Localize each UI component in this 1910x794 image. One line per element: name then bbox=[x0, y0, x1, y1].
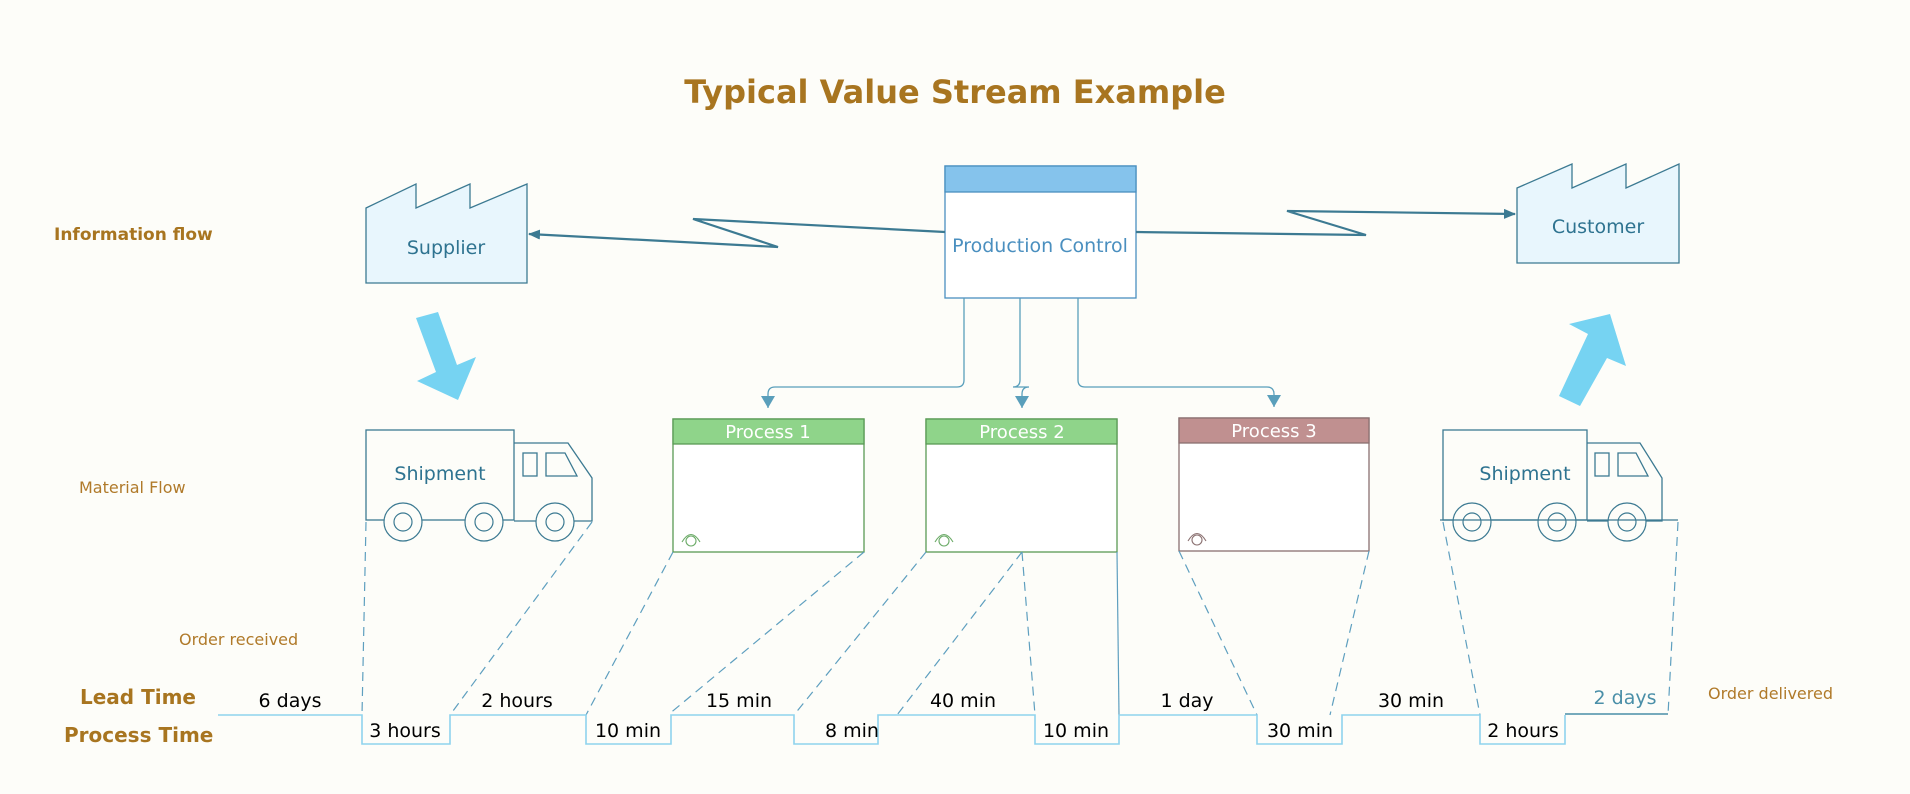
truck-wheels bbox=[383, 502, 575, 542]
customer-label: Customer bbox=[1552, 216, 1644, 238]
process-time-label: Process Time bbox=[64, 723, 213, 747]
lead-time-values: 6 days 2 hours 15 min 40 min 1 day 30 mi… bbox=[259, 687, 1657, 712]
factory-icon bbox=[365, 182, 528, 284]
production-control-box[interactable]: Production Control bbox=[944, 165, 1137, 299]
lead-time-value: 30 min bbox=[1378, 690, 1444, 712]
process-time-value: 3 hours bbox=[369, 720, 441, 742]
order-delivered-label: Order delivered bbox=[1708, 684, 1833, 703]
schedule-connector-process-2 bbox=[1012, 298, 1030, 408]
lead-time-value: 15 min bbox=[706, 690, 772, 712]
process-time-value: 10 min bbox=[1043, 720, 1109, 742]
material-flow-label: Material Flow bbox=[79, 478, 186, 497]
shipment-truck-inbound[interactable]: Shipment bbox=[365, 429, 593, 542]
page-title: Typical Value Stream Example bbox=[684, 73, 1226, 111]
schedule-connector-process-3 bbox=[1077, 298, 1281, 407]
electronic-info-arrow-to-customer bbox=[1135, 208, 1516, 237]
process-box-3[interactable]: Process 3 bbox=[1178, 417, 1370, 552]
supplier-label: Supplier bbox=[407, 237, 485, 259]
order-received-label: Order received bbox=[179, 630, 298, 649]
process-time-value: 2 hours bbox=[1487, 720, 1559, 742]
push-arrow-down-icon bbox=[416, 312, 476, 400]
lead-time-label: Lead Time bbox=[80, 685, 196, 709]
truck-wheels bbox=[1452, 502, 1647, 542]
value-stream-map: Typical Value Stream Example Information… bbox=[54, 73, 1833, 747]
push-arrow-up-icon bbox=[1559, 314, 1626, 406]
lead-time-value: 40 min bbox=[930, 690, 996, 712]
process-time-value: 30 min bbox=[1267, 720, 1333, 742]
process-label: Process 2 bbox=[979, 422, 1064, 443]
process-time-values: 3 hours 10 min 8 min 10 min 30 min 2 hou… bbox=[369, 720, 1559, 742]
shipment-truck-outbound[interactable]: Shipment bbox=[1440, 429, 1678, 542]
shipment-outbound-label: Shipment bbox=[1479, 463, 1570, 485]
process-label: Process 1 bbox=[725, 422, 810, 443]
process-box-1[interactable]: Process 1 bbox=[672, 418, 865, 553]
process-time-value: 8 min bbox=[825, 720, 879, 742]
lead-time-value: 2 hours bbox=[481, 690, 553, 712]
shipment-inbound-label: Shipment bbox=[394, 463, 485, 485]
lead-time-value-final: 2 days bbox=[1594, 687, 1657, 709]
process-time-value: 10 min bbox=[595, 720, 661, 742]
schedule-connector-process-1 bbox=[761, 298, 965, 408]
customer-factory[interactable]: Customer bbox=[1516, 162, 1680, 264]
electronic-info-arrow-to-supplier bbox=[528, 217, 946, 249]
supplier-factory[interactable]: Supplier bbox=[365, 182, 528, 284]
lead-time-value: 1 day bbox=[1160, 690, 1213, 712]
process-label: Process 3 bbox=[1231, 421, 1316, 442]
information-flow-label: Information flow bbox=[54, 225, 213, 245]
lead-time-value: 6 days bbox=[259, 690, 322, 712]
production-control-label: Production Control bbox=[952, 235, 1128, 257]
factory-icon bbox=[1516, 162, 1680, 264]
production-control-header bbox=[944, 165, 1137, 193]
process-box-2[interactable]: Process 2 bbox=[925, 418, 1118, 553]
